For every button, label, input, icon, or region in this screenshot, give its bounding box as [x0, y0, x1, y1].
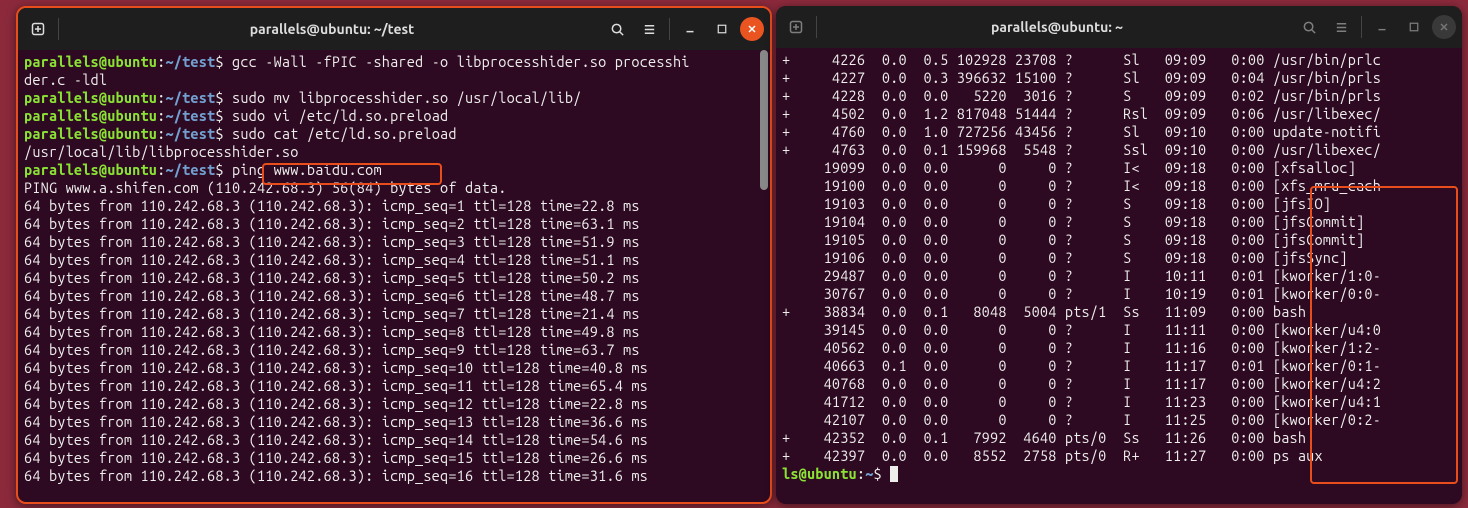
- ping-output-line: 64 bytes from 110.242.68.3 (110.242.68.3…: [24, 269, 764, 287]
- close-button[interactable]: [740, 17, 764, 41]
- ps-row: 40562 0.0 0.0 0 0 ? I 11:16 0:00 [kworke…: [782, 339, 1456, 357]
- ps-row: 19099 0.0 0.0 0 0 ? I< 09:18 0:00 [xfsal…: [782, 159, 1456, 177]
- ps-row: + 4226 0.0 0.5 102928 23708 ? Sl 09:09 0…: [782, 51, 1456, 69]
- terminal-content-left[interactable]: parallels@ubuntu:~/test$ gcc -Wall -fPIC…: [18, 50, 770, 488]
- ps-row: + 42397 0.0 0.0 8552 2758 pts/0 R+ 11:27…: [782, 447, 1456, 465]
- ps-row: 40768 0.0 0.0 0 0 ? I 11:17 0:00 [kworke…: [782, 375, 1456, 393]
- ps-row: + 4227 0.0 0.3 396632 15100 ? Sl 09:09 0…: [782, 69, 1456, 87]
- ps-row: 19103 0.0 0.0 0 0 ? S 09:18 0:00 [jfsIO]: [782, 195, 1456, 213]
- ping-output-line: 64 bytes from 110.242.68.3 (110.242.68.3…: [24, 413, 764, 431]
- ps-row: + 4502 0.0 1.2 817048 51444 ? Rsl 09:09 …: [782, 105, 1456, 123]
- maximize-button[interactable]: [1400, 13, 1428, 41]
- ping-output-line: 64 bytes from 110.242.68.3 (110.242.68.3…: [24, 359, 764, 377]
- ping-output-line: 64 bytes from 110.242.68.3 (110.242.68.3…: [24, 341, 764, 359]
- maximize-button[interactable]: [708, 15, 736, 43]
- desktop: parallels@ubuntu: ~/test: [0, 0, 1468, 508]
- scrollbar-left[interactable]: [758, 50, 770, 502]
- titlebar-right[interactable]: parallels@ubuntu: ~: [776, 6, 1462, 48]
- output-line: /usr/local/lib/libprocesshider.so: [24, 143, 764, 161]
- cmd-line: parallels@ubuntu:~/test$ sudo vi /etc/ld…: [24, 107, 764, 125]
- titlebar-left[interactable]: parallels@ubuntu: ~/test: [18, 8, 770, 50]
- ping-output-line: 64 bytes from 110.242.68.3 (110.242.68.3…: [24, 305, 764, 323]
- cmd-line: parallels@ubuntu:~/test$ sudo mv libproc…: [24, 89, 764, 107]
- ps-row: 41712 0.0 0.0 0 0 ? I 11:23 0:00 [kworke…: [782, 393, 1456, 411]
- ps-row: 40663 0.1 0.0 0 0 ? I 11:17 0:01 [kworke…: [782, 357, 1456, 375]
- cursor: [890, 466, 898, 482]
- ps-row: 19105 0.0 0.0 0 0 ? S 09:18 0:00 [jfsCom…: [782, 231, 1456, 249]
- search-button[interactable]: [1295, 13, 1323, 41]
- search-button[interactable]: [603, 15, 631, 43]
- ping-output-line: 64 bytes from 110.242.68.3 (110.242.68.3…: [24, 251, 764, 269]
- ps-row: 19106 0.0 0.0 0 0 ? S 09:18 0:00 [jfsSyn…: [782, 249, 1456, 267]
- ps-row: + 4763 0.0 0.1 159968 5548 ? Ssl 09:10 0…: [782, 141, 1456, 159]
- ping-output-line: 64 bytes from 110.242.68.3 (110.242.68.3…: [24, 449, 764, 467]
- ps-row: + 4228 0.0 0.0 5220 3016 ? S 09:09 0:02 …: [782, 87, 1456, 105]
- ping-output-line: 64 bytes from 110.242.68.3 (110.242.68.3…: [24, 467, 764, 485]
- ps-row: + 38834 0.0 0.1 8048 5004 pts/1 Ss 11:09…: [782, 303, 1456, 321]
- ping-output-line: 64 bytes from 110.242.68.3 (110.242.68.3…: [24, 377, 764, 395]
- output-line: PING www.a.shifen.com (110.242.68.3) 56(…: [24, 179, 764, 197]
- ps-row: + 4760 0.0 1.0 727256 43456 ? Sl 09:10 0…: [782, 123, 1456, 141]
- ping-output-line: 64 bytes from 110.242.68.3 (110.242.68.3…: [24, 215, 764, 233]
- minimize-button[interactable]: [1368, 13, 1396, 41]
- ps-row: + 42352 0.0 0.1 7992 4640 pts/0 Ss 11:26…: [782, 429, 1456, 447]
- ps-row: 39145 0.0 0.0 0 0 ? I 11:11 0:00 [kworke…: [782, 321, 1456, 339]
- prompt-line: ls@ubuntu:~$: [782, 465, 1456, 483]
- window-title-left: parallels@ubuntu: ~/test: [65, 20, 599, 38]
- ping-output-line: 64 bytes from 110.242.68.3 (110.242.68.3…: [24, 323, 764, 341]
- ping-output-line: 64 bytes from 110.242.68.3 (110.242.68.3…: [24, 395, 764, 413]
- terminal-content-right[interactable]: + 4226 0.0 0.5 102928 23708 ? Sl 09:09 0…: [776, 48, 1462, 486]
- minimize-button[interactable]: [676, 15, 704, 43]
- new-tab-button[interactable]: [782, 13, 810, 41]
- hamburger-menu-button[interactable]: [635, 15, 663, 43]
- ping-output-line: 64 bytes from 110.242.68.3 (110.242.68.3…: [24, 233, 764, 251]
- ps-row: 19104 0.0 0.0 0 0 ? S 09:18 0:00 [jfsCom…: [782, 213, 1456, 231]
- window-title-right: parallels@ubuntu: ~: [823, 18, 1291, 36]
- ps-row: 19100 0.0 0.0 0 0 ? I< 09:18 0:00 [xfs_m…: [782, 177, 1456, 195]
- cmd-line: parallels@ubuntu:~/test$ ping www.baidu.…: [24, 161, 764, 179]
- ping-output-line: 64 bytes from 110.242.68.3 (110.242.68.3…: [24, 431, 764, 449]
- ps-row: 42107 0.0 0.0 0 0 ? I 11:25 0:00 [kworke…: [782, 411, 1456, 429]
- new-tab-button[interactable]: [24, 15, 52, 43]
- ping-output-line: 64 bytes from 110.242.68.3 (110.242.68.3…: [24, 287, 764, 305]
- hamburger-menu-button[interactable]: [1327, 13, 1355, 41]
- cmd-line: parallels@ubuntu:~/test$ gcc -Wall -fPIC…: [24, 53, 764, 71]
- close-button[interactable]: [1432, 15, 1456, 39]
- cmd-line: parallels@ubuntu:~/test$ sudo cat /etc/l…: [24, 125, 764, 143]
- cmd-line-wrap: der.c -ldl: [24, 71, 764, 89]
- ping-output-line: 64 bytes from 110.242.68.3 (110.242.68.3…: [24, 197, 764, 215]
- ps-row: 30767 0.0 0.0 0 0 ? I 10:19 0:01 [kworke…: [782, 285, 1456, 303]
- terminal-window-right[interactable]: parallels@ubuntu: ~ +: [776, 6, 1462, 504]
- ps-row: 29487 0.0 0.0 0 0 ? I 10:11 0:01 [kworke…: [782, 267, 1456, 285]
- terminal-window-left[interactable]: parallels@ubuntu: ~/test: [16, 6, 772, 504]
